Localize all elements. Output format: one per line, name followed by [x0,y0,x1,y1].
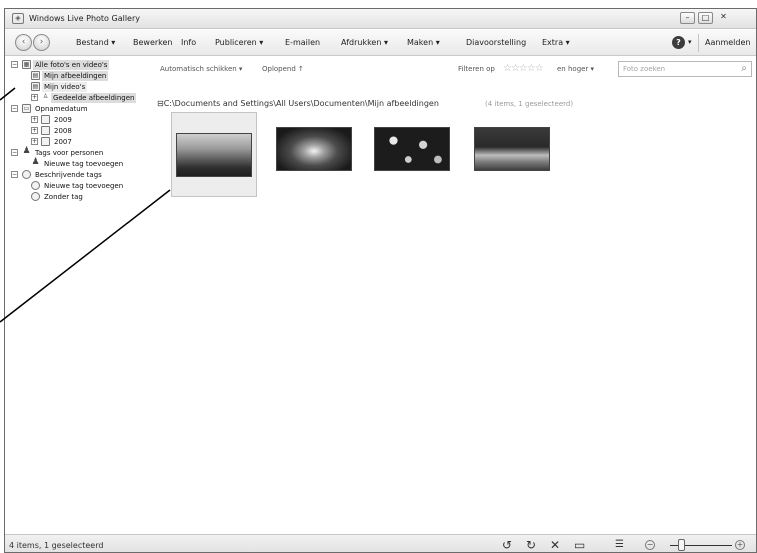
calendar-icon: ▭ [22,104,31,113]
item-count-label: (4 items, 1 geselecteerd) [485,100,574,108]
tree-item-shared-pictures[interactable]: Gedeelde afbeeldingen [51,93,137,103]
sort-arrow-icon: ↑ [298,65,304,73]
rating-filter-dropdown[interactable]: en hoger ▾ [557,65,594,73]
zoom-out-icon[interactable]: − [645,540,655,550]
help-dropdown-icon[interactable]: ▾ [688,38,692,46]
tree-item-my-videos[interactable]: Mijn video's [42,82,88,92]
tree-item-year[interactable]: 2009 [52,115,74,125]
photo-thumbnail-sunset[interactable] [276,127,352,171]
search-icon[interactable]: ⌕ [741,63,747,74]
tree-item-people-tags[interactable]: Tags voor personen [33,148,105,158]
tree-item-my-pictures[interactable]: Mijn afbeeldingen [42,71,109,81]
menu-separator [698,34,699,52]
collapse-toggle[interactable]: − [11,61,18,68]
menu-e-mailen[interactable]: E-mailen [285,38,320,47]
status-text: 4 items, 1 geselecteerd [9,541,104,550]
calendar-icon [41,115,50,124]
arrange-dropdown[interactable]: Automatisch schikken ▾ [160,65,242,73]
tree-item-all[interactable]: Alle foto's en video's [33,60,110,70]
view-toolbar: Automatisch schikken ▾ Oplopend ↑ Filter… [148,57,756,83]
expand-toggle[interactable]: + [31,94,38,101]
navigation-tree: − ▦ Alle foto's en video's ▤ Mijn afbeel… [5,57,148,534]
menu-extra[interactable]: Extra ▾ [542,38,570,47]
collapse-toggle[interactable]: − [11,171,18,178]
tree-item-add-people-tag[interactable]: Nieuwe tag toevoegen [42,159,125,169]
untagged-icon [31,192,40,201]
photo-thumbnail-winter[interactable] [474,127,550,171]
status-bar: 4 items, 1 geselecteerd ↺ ↻ ✕ ▭ ☰ − + [5,534,756,552]
title-bar: ◈ Windows Live Photo Gallery – □ ✕ [5,9,756,29]
menu-publiceren[interactable]: Publiceren ▾ [215,38,263,47]
menu-info[interactable]: Info [181,38,196,47]
help-icon[interactable]: ? [672,36,685,49]
add-person-icon: ♟ [31,157,40,167]
sort-order-button[interactable]: Oplopend ↑ [262,65,304,73]
tree-item-year[interactable]: 2007 [52,137,74,147]
zoom-in-icon[interactable]: + [735,540,745,550]
delete-icon[interactable]: ✕ [550,538,560,552]
tree-item-year[interactable]: 2008 [52,126,74,136]
calendar-icon [41,137,50,146]
view-details-icon[interactable]: ☰ [615,539,624,550]
tree-item-date-taken[interactable]: Opnamedatum [33,104,90,114]
calendar-icon [41,126,50,135]
search-placeholder: Foto zoeken [623,65,666,73]
rotate-right-icon[interactable]: ↻ [526,538,536,552]
add-tag-icon [31,181,40,190]
photo-thumbnail-waterlilies[interactable] [374,127,450,171]
tree-item-untagged[interactable]: Zonder tag [42,192,85,202]
expand-toggle[interactable]: + [31,116,38,123]
people-tag-icon: ♟ [22,146,31,156]
window-title: Windows Live Photo Gallery [29,14,140,23]
tree-item-descriptive-tags[interactable]: Beschrijvende tags [33,170,104,180]
slideshow-icon[interactable]: ▭ [574,538,585,552]
forward-button[interactable]: › [33,34,50,51]
minimize-button[interactable]: – [680,12,695,24]
library-icon: ▦ [22,60,31,69]
search-input[interactable]: Foto zoeken ⌕ [618,61,752,77]
menu-afdrukken[interactable]: Afdrukken ▾ [341,38,388,47]
photo-thumbnail-mountains[interactable] [176,133,252,177]
menu-maken[interactable]: Maken ▾ [407,38,440,47]
filter-label: Filteren op [458,65,495,73]
menu-bar: ‹ › Bestand ▾ Bewerken Info Publiceren ▾… [5,30,756,56]
folder-pictures-icon: ▤ [31,71,40,80]
shared-folder-icon: ♙ [42,93,49,100]
sign-in-button[interactable]: Aanmelden [705,38,750,47]
collapse-toggle[interactable]: − [11,105,18,112]
tag-icon [22,170,31,179]
photo-gallery-window: ◈ Windows Live Photo Gallery – □ ✕ ‹ › B… [4,8,757,553]
folder-path-header[interactable]: ⊟C:\Documents and Settings\All Users\Doc… [157,99,439,108]
folder-videos-icon: ▤ [31,82,40,91]
maximize-button[interactable]: □ [698,12,713,24]
zoom-slider-thumb[interactable] [678,539,685,551]
back-button[interactable]: ‹ [15,34,32,51]
photo-gallery-icon: ◈ [12,13,24,24]
collapse-toggle[interactable]: − [11,149,18,156]
expand-toggle[interactable]: + [31,138,38,145]
rotate-left-icon[interactable]: ↺ [502,538,512,552]
close-button[interactable]: ✕ [716,12,731,24]
menu-bestand[interactable]: Bestand ▾ [76,38,115,47]
rating-filter-stars[interactable]: ☆☆☆☆☆ [503,63,544,74]
menu-diavoorstelling[interactable]: Diavoorstelling [466,38,526,47]
menu-bewerken[interactable]: Bewerken [133,38,173,47]
expand-toggle[interactable]: + [31,127,38,134]
tree-item-add-desc-tag[interactable]: Nieuwe tag toevoegen [42,181,125,191]
